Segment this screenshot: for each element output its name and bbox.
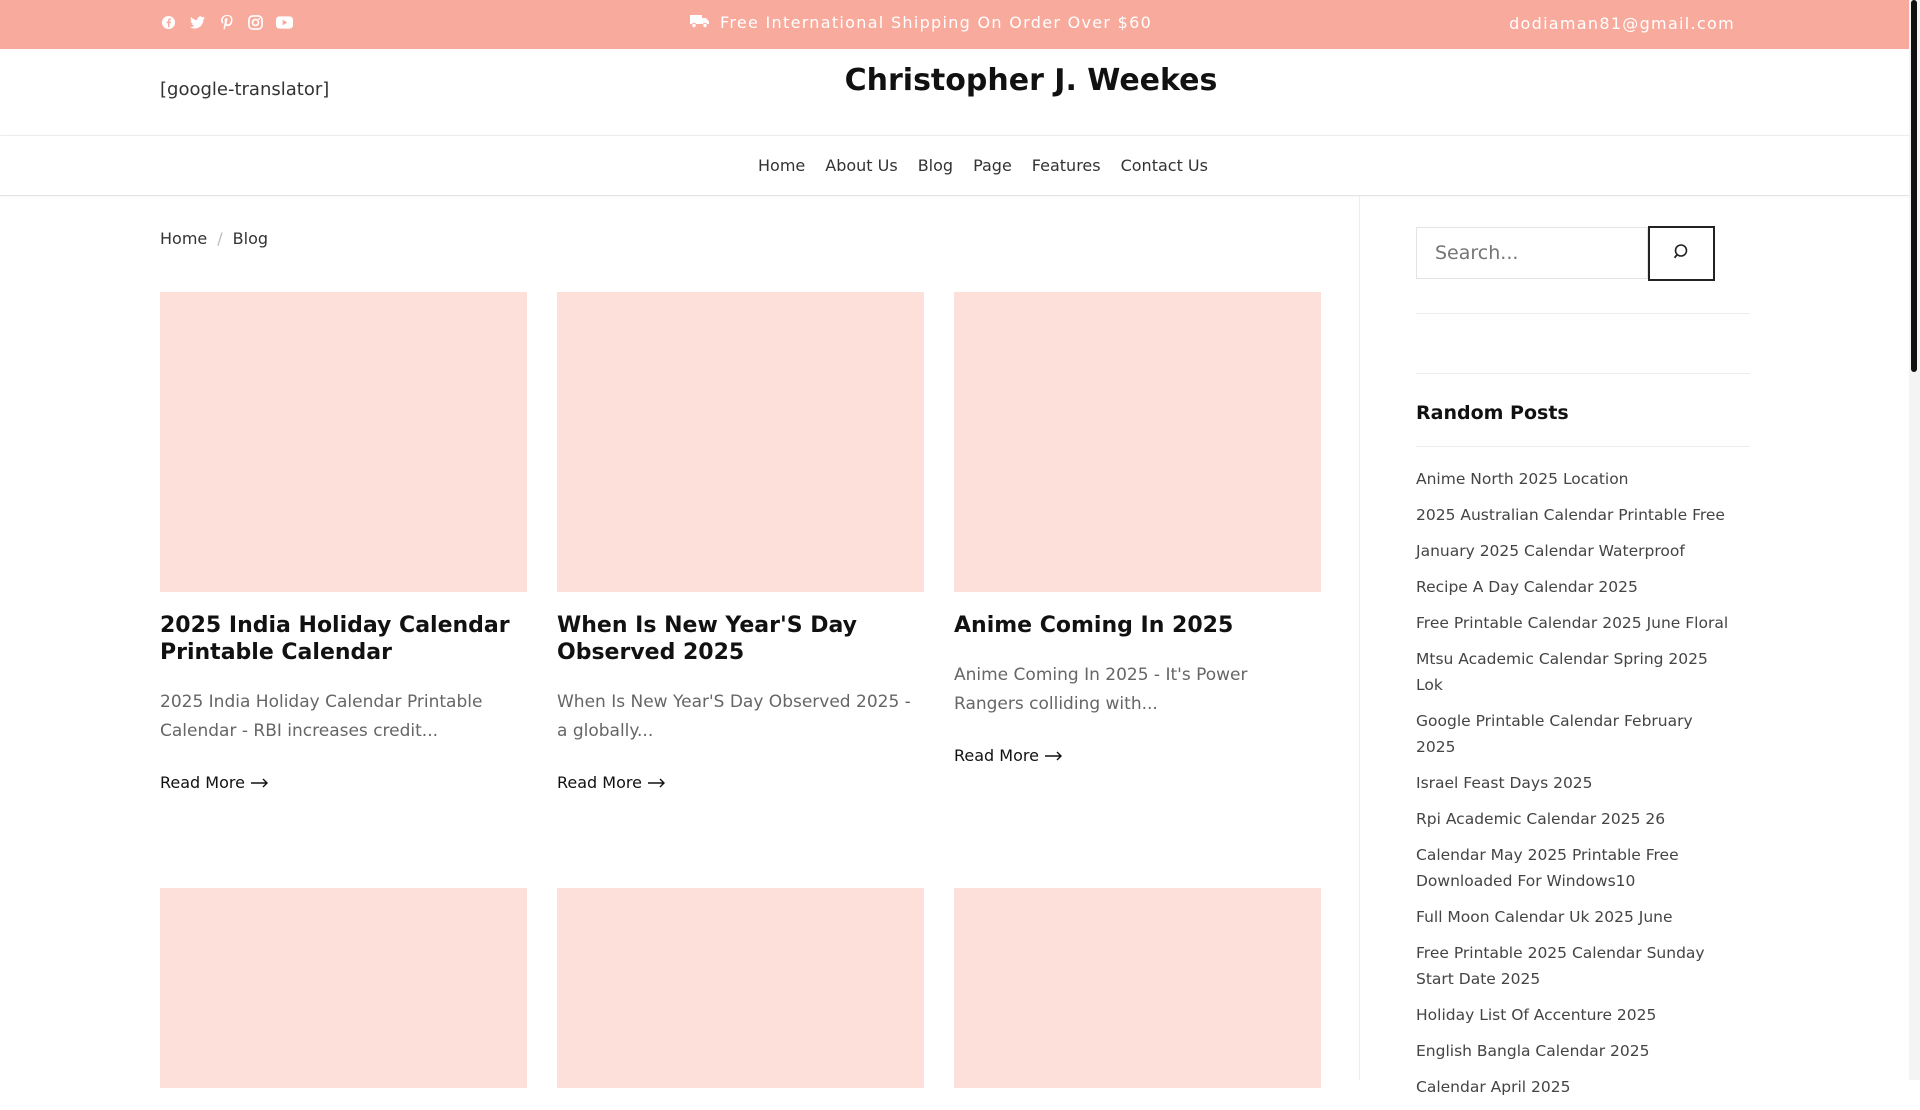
- divider: [1416, 373, 1750, 374]
- random-post-link[interactable]: Israel Feast Days 2025: [1416, 770, 1736, 796]
- breadcrumb-separator: /: [217, 229, 223, 248]
- post-thumbnail[interactable]: [954, 888, 1321, 1088]
- pinterest-icon[interactable]: [218, 14, 235, 31]
- random-post-link[interactable]: Free Printable 2025 Calendar Sunday Star…: [1416, 940, 1736, 992]
- instagram-icon[interactable]: [247, 14, 264, 31]
- read-more-label: Read More: [160, 773, 245, 792]
- breadcrumb: Home / Blog: [160, 229, 268, 248]
- youtube-icon[interactable]: [276, 14, 293, 31]
- post-excerpt: When Is New Year'S Day Observed 2025 - a…: [557, 692, 911, 741]
- read-more-link[interactable]: Read More: [557, 773, 924, 792]
- random-posts-list: Anime North 2025 Location 2025 Australia…: [1416, 466, 1736, 1110]
- random-post-link[interactable]: January 2025 Calendar Waterproof: [1416, 538, 1736, 564]
- post-title[interactable]: Anime Coming In 2025: [954, 612, 1321, 639]
- random-posts-heading: Random Posts: [1416, 402, 1569, 424]
- read-more-link[interactable]: Read More: [160, 773, 527, 792]
- social-links: [160, 14, 293, 31]
- post-title[interactable]: 2025 India Holiday Calendar Printable Ca…: [160, 612, 527, 666]
- random-post-link[interactable]: Anime North 2025 Location: [1416, 466, 1736, 492]
- main-navigation: Home About Us Blog Page Features Contact…: [0, 135, 1909, 196]
- twitter-icon[interactable]: [189, 14, 206, 31]
- nav-item-blog[interactable]: Blog: [918, 156, 953, 175]
- post-title[interactable]: When Is New Year'S Day Observed 2025: [557, 612, 924, 666]
- breadcrumb-current: Blog: [232, 229, 269, 248]
- post-thumbnail[interactable]: [557, 292, 924, 592]
- truck-icon: [690, 13, 710, 32]
- nav-item-contact-us[interactable]: Contact Us: [1121, 156, 1208, 175]
- random-post-link[interactable]: English Bangla Calendar 2025: [1416, 1038, 1736, 1064]
- post-excerpt: 2025 India Holiday Calendar Printable Ca…: [160, 692, 483, 741]
- contact-email[interactable]: dodiaman81@gmail.com: [1509, 14, 1735, 33]
- search-icon: [1673, 243, 1691, 265]
- random-post-link[interactable]: Calendar April 2025: [1416, 1074, 1736, 1100]
- post-thumbnail[interactable]: [160, 888, 527, 1088]
- site-title[interactable]: Christopher J. Weekes: [0, 63, 1920, 98]
- random-post-link[interactable]: Google Printable Calendar February 2025: [1416, 708, 1736, 760]
- random-post-link[interactable]: Recipe A Day Calendar 2025: [1416, 574, 1736, 600]
- random-post-link[interactable]: 2025 Australian Calendar Printable Free: [1416, 502, 1736, 528]
- post-thumbnail[interactable]: [160, 292, 527, 592]
- random-post-link[interactable]: Full Moon Calendar Uk 2025 June: [1416, 904, 1736, 930]
- search-button[interactable]: [1648, 226, 1715, 281]
- post-card: 2025 India Holiday Calendar Printable Ca…: [160, 292, 527, 792]
- shipping-notice: Free International Shipping On Order Ove…: [690, 13, 1152, 32]
- vertical-scrollbar[interactable]: [1909, 0, 1920, 1080]
- read-more-label: Read More: [557, 773, 642, 792]
- divider: [1416, 313, 1750, 314]
- random-post-link[interactable]: Rpi Academic Calendar 2025 26: [1416, 806, 1736, 832]
- random-post-link[interactable]: Calendar May 2025 Printable Free Downloa…: [1416, 842, 1736, 894]
- post-excerpt: Anime Coming In 2025 - It's Power Ranger…: [954, 665, 1248, 714]
- post-thumbnail[interactable]: [954, 292, 1321, 592]
- nav-item-features[interactable]: Features: [1032, 156, 1101, 175]
- arrow-right-icon: [647, 773, 666, 792]
- search-input[interactable]: [1416, 227, 1648, 279]
- main-content: Home / Blog 2025 India Holiday Calendar …: [0, 196, 1360, 1088]
- scrollbar-thumb[interactable]: [1911, 0, 1917, 372]
- shipping-text: Free International Shipping On Order Ove…: [720, 13, 1153, 32]
- post-card: Anime Coming In 2025 Anime Coming In 202…: [954, 292, 1321, 765]
- random-post-link[interactable]: Mtsu Academic Calendar Spring 2025 Lok: [1416, 646, 1736, 698]
- post-card: When Is New Year'S Day Observed 2025 Whe…: [557, 292, 924, 792]
- facebook-icon[interactable]: [160, 14, 177, 31]
- post-thumbnail[interactable]: [557, 888, 924, 1088]
- read-more-link[interactable]: Read More: [954, 746, 1321, 765]
- breadcrumb-home[interactable]: Home: [160, 229, 207, 248]
- random-post-link[interactable]: Free Printable Calendar 2025 June Floral: [1416, 610, 1736, 636]
- random-post-link[interactable]: Holiday List Of Accenture 2025: [1416, 1002, 1736, 1028]
- arrow-right-icon: [1044, 746, 1063, 765]
- read-more-label: Read More: [954, 746, 1039, 765]
- top-bar: Free International Shipping On Order Ove…: [0, 0, 1909, 49]
- divider: [1416, 446, 1750, 447]
- search-form: [1416, 226, 1715, 281]
- arrow-right-icon: [250, 773, 269, 792]
- nav-item-home[interactable]: Home: [758, 156, 805, 175]
- nav-item-page[interactable]: Page: [973, 156, 1012, 175]
- nav-item-about-us[interactable]: About Us: [825, 156, 897, 175]
- site-header: [google-translator] Christopher J. Weeke…: [0, 49, 1909, 136]
